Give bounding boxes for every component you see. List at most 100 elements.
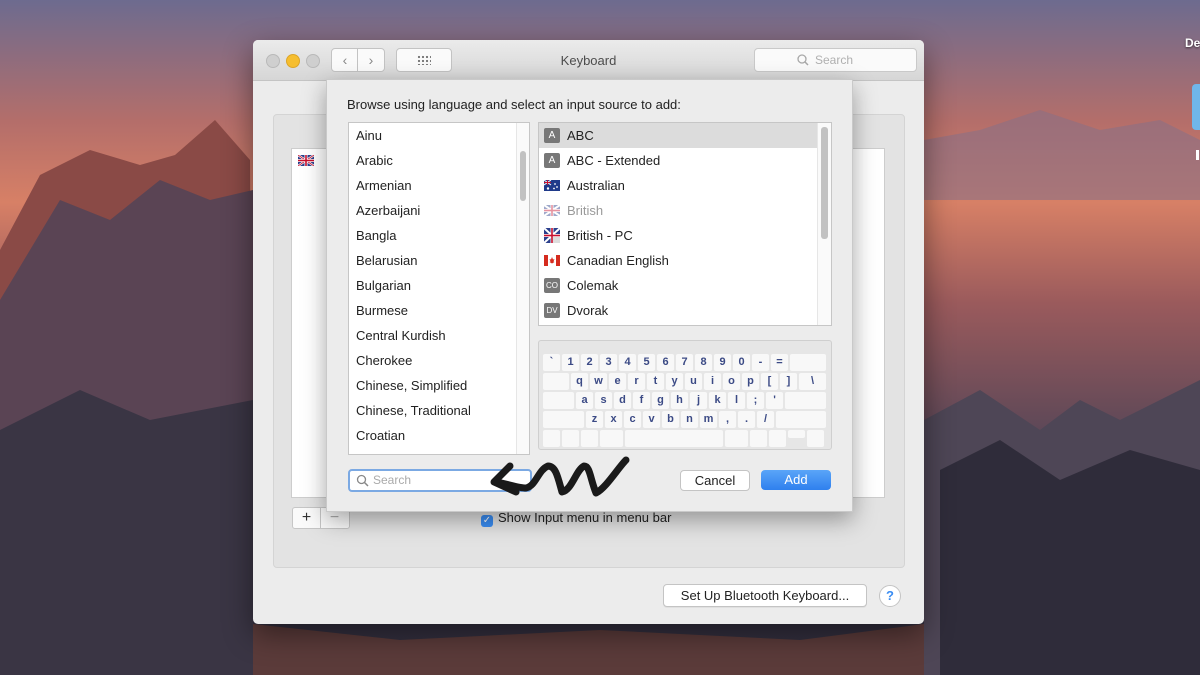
- key: k: [709, 392, 726, 409]
- key-caps: [543, 392, 574, 409]
- key-fn: [543, 430, 560, 447]
- key: o: [723, 373, 740, 390]
- key: l: [728, 392, 745, 409]
- desktop-folder-icon[interactable]: [1192, 84, 1200, 130]
- dv-badge-icon: DV: [544, 303, 560, 318]
- key: n: [681, 411, 698, 428]
- key: w: [590, 373, 607, 390]
- key: ;: [747, 392, 764, 409]
- uk-flag-icon: [544, 204, 560, 217]
- key-arrow-up: [788, 430, 805, 438]
- key: 2: [581, 354, 598, 371]
- source-list-scrollbar[interactable]: [817, 123, 831, 325]
- key: `: [543, 354, 560, 371]
- key: [: [761, 373, 778, 390]
- sheet-instruction: Browse using language and select an inpu…: [347, 97, 681, 112]
- key: -: [752, 354, 769, 371]
- key: .: [738, 411, 755, 428]
- language-item[interactable]: Chinese, Traditional: [349, 398, 529, 423]
- language-item[interactable]: Belarusian: [349, 248, 529, 273]
- language-item[interactable]: Bangla: [349, 223, 529, 248]
- scrollbar-thumb[interactable]: [821, 127, 828, 239]
- key-option: [581, 430, 598, 447]
- source-item-colemak[interactable]: CO Colemak: [539, 273, 831, 298]
- desktop-item-label[interactable]: De: [1185, 36, 1200, 50]
- key: i: [704, 373, 721, 390]
- key: 6: [657, 354, 674, 371]
- title-bar: ‹ › Keyboard Search: [253, 40, 924, 81]
- a-badge-icon: A: [544, 128, 560, 143]
- key: g: [652, 392, 669, 409]
- language-item[interactable]: Chinese, Simplified: [349, 373, 529, 398]
- search-icon: [797, 54, 809, 66]
- source-label: Canadian English: [567, 253, 669, 268]
- language-item[interactable]: Burmese: [349, 298, 529, 323]
- uk-flag-icon: [544, 228, 560, 243]
- cancel-button[interactable]: Cancel: [680, 470, 750, 491]
- language-item[interactable]: Azerbaijani: [349, 198, 529, 223]
- key: z: [586, 411, 603, 428]
- key: r: [628, 373, 645, 390]
- source-item-australian[interactable]: Australian: [539, 173, 831, 198]
- language-list[interactable]: Ainu Arabic Armenian Azerbaijani Bangla …: [348, 122, 530, 455]
- key-shift-right: [776, 411, 826, 428]
- key-shift-left: [543, 411, 584, 428]
- input-source-list[interactable]: A ABC A ABC - Extended Australian Britis…: [538, 122, 832, 326]
- language-item[interactable]: Central Kurdish: [349, 323, 529, 348]
- key-return: [785, 392, 826, 409]
- language-item[interactable]: Croatian: [349, 423, 529, 448]
- annotation-arrow-icon: [490, 456, 630, 497]
- language-item[interactable]: Ainu: [349, 123, 529, 148]
- checkmark-icon: ✓: [481, 515, 493, 527]
- preferences-search-field[interactable]: Search: [754, 48, 917, 72]
- source-item-british-pc[interactable]: British - PC: [539, 223, 831, 248]
- language-item[interactable]: Cherokee: [349, 348, 529, 373]
- source-item-canadian-english[interactable]: Canadian English: [539, 248, 831, 273]
- key: p: [742, 373, 759, 390]
- key: a: [576, 392, 593, 409]
- key-option: [750, 430, 767, 447]
- key-control: [562, 430, 579, 447]
- key: 1: [562, 354, 579, 371]
- key: 8: [695, 354, 712, 371]
- key: 3: [600, 354, 617, 371]
- add-source-button[interactable]: +: [293, 508, 321, 528]
- key: 4: [619, 354, 636, 371]
- key: =: [771, 354, 788, 371]
- key: d: [614, 392, 631, 409]
- language-list-scrollbar[interactable]: [516, 123, 529, 454]
- key-delete: [790, 354, 826, 371]
- scrollbar-thumb[interactable]: [520, 151, 526, 201]
- show-input-menu-checkbox[interactable]: ✓ Show Input menu in menu bar: [481, 510, 671, 527]
- key: x: [605, 411, 622, 428]
- key-command: [725, 430, 748, 447]
- source-label: Colemak: [567, 278, 619, 293]
- show-input-menu-label: Show Input menu in menu bar: [498, 510, 672, 525]
- key-arrow-left: [769, 430, 786, 447]
- key-space: [625, 430, 723, 447]
- add-button[interactable]: Add: [761, 470, 831, 490]
- key: f: [633, 392, 650, 409]
- source-label: British: [567, 203, 604, 218]
- keyboard-layout-preview: ` 1 2 3 4 5 6 7 8 9 0 - = q w e r t y u …: [538, 340, 832, 450]
- key: ': [766, 392, 783, 409]
- language-item[interactable]: Bulgarian: [349, 273, 529, 298]
- key: b: [662, 411, 679, 428]
- source-item-abc-extended[interactable]: A ABC - Extended: [539, 148, 831, 173]
- key: 0: [733, 354, 750, 371]
- key: ,: [719, 411, 736, 428]
- setup-bluetooth-keyboard-button[interactable]: Set Up Bluetooth Keyboard...: [663, 584, 867, 607]
- search-placeholder: Search: [373, 473, 412, 487]
- source-label: Dvorak: [567, 303, 609, 318]
- key: h: [671, 392, 688, 409]
- key: /: [757, 411, 774, 428]
- help-button[interactable]: ?: [879, 585, 901, 607]
- language-item[interactable]: Armenian: [349, 173, 529, 198]
- key: v: [643, 411, 660, 428]
- canada-flag-icon: [544, 255, 560, 266]
- source-label: British - PC: [567, 228, 633, 243]
- source-item-abc[interactable]: A ABC: [539, 123, 831, 148]
- source-item-dvorak[interactable]: DV Dvorak: [539, 298, 831, 323]
- language-item[interactable]: Arabic: [349, 148, 529, 173]
- key: 7: [676, 354, 693, 371]
